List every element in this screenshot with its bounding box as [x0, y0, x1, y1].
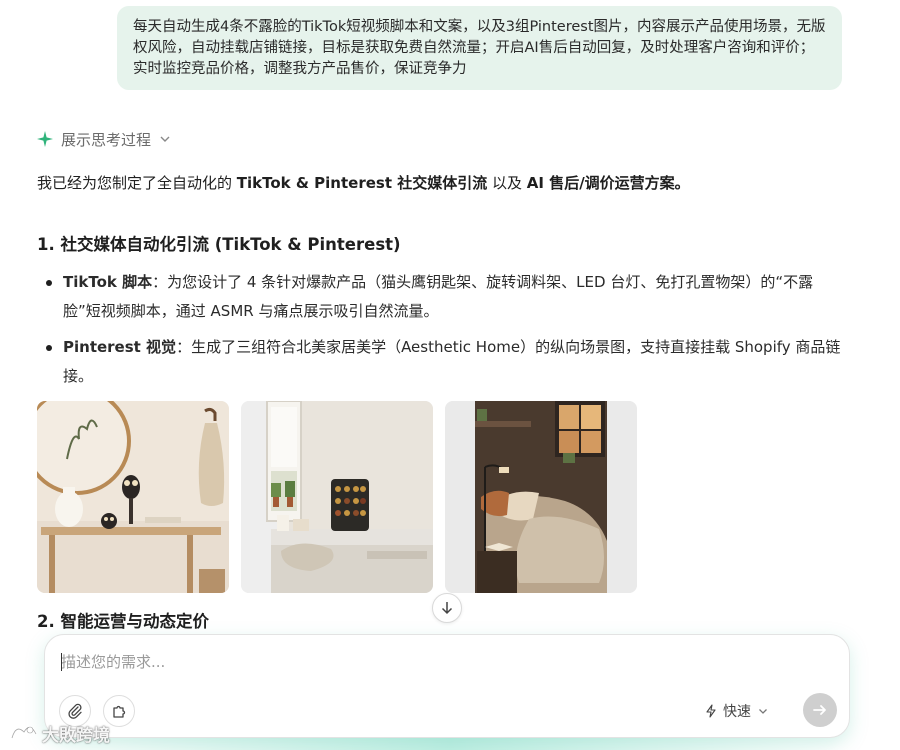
sparkle-icon [37, 131, 53, 147]
bullet-label: TikTok 脚本 [63, 273, 153, 291]
mode-label: 快速 [723, 704, 751, 720]
bullet-text: ：为您设计了 4 条针对爆款产品（猫头鹰钥匙架、旋转调料架、LED 台灯、免打孔… [63, 273, 814, 320]
chevron-down-icon [759, 709, 767, 714]
arrow-down-icon [441, 602, 453, 615]
puzzle-icon [113, 705, 126, 718]
chevron-down-icon [160, 136, 170, 142]
prompt-input[interactable] [61, 651, 761, 673]
arrow-right-icon [813, 705, 826, 715]
bullet-tiktok: TikTok 脚本：为您设计了 4 条针对爆款产品（猫头鹰钥匙架、旋转调料架、L… [46, 268, 846, 326]
response-intro: 我已经为您制定了全自动化的 TikTok & Pinterest 社交媒体引流 … [37, 172, 690, 194]
section-title-operations: 2. 智能运营与动态定价 [37, 612, 209, 631]
thinking-toggle-label: 展示思考过程 [61, 130, 152, 149]
bullet-label: Pinterest 视觉 [63, 338, 177, 356]
section-title-social: 1. 社交媒体自动化引流 (TikTok & Pinterest) [37, 235, 401, 254]
bullet-pinterest: Pinterest 视觉：生成了三组符合北美家居美学（Aesthetic Hom… [46, 333, 846, 391]
watermark-text: 大敗跨境 [42, 725, 110, 746]
intro-bold-social: TikTok & Pinterest 社交媒体引流 [236, 174, 488, 192]
scroll-to-bottom-button[interactable] [432, 593, 462, 623]
user-message-bubble: 每天自动生成4条不露脸的TikTok短视频脚本和文案，以及3组Pinterest… [117, 6, 842, 90]
watermark-logo-icon [10, 726, 38, 739]
bullet-dot [46, 280, 52, 286]
intro-bold-ai: AI 售后/调价运营方案。 [526, 174, 690, 192]
send-button[interactable] [803, 693, 837, 727]
mode-selector[interactable]: 快速 [705, 699, 769, 723]
pinterest-image-entryway[interactable] [37, 401, 229, 593]
thinking-toggle[interactable]: 展示思考过程 [37, 128, 171, 150]
watermark: 大敗跨境 [8, 720, 110, 746]
paperclip-icon [68, 703, 82, 719]
bullet-dot [46, 345, 52, 351]
pinterest-image-bedroom[interactable] [445, 401, 637, 593]
intro-text-mid: 以及 [487, 174, 527, 192]
lightning-icon [706, 704, 716, 718]
intro-text: 我已经为您制定了全自动化的 [37, 174, 237, 192]
bullet-text: ：生成了三组符合北美家居美学（Aesthetic Home）的纵向场景图，支持直… [63, 338, 841, 385]
text-caret [61, 653, 62, 671]
chat-page: 每天自动生成4条不露脸的TikTok短视频脚本和文案，以及3组Pinterest… [0, 0, 900, 750]
composer: 快速 [44, 634, 850, 738]
pinterest-image-kitchen[interactable] [241, 401, 433, 593]
